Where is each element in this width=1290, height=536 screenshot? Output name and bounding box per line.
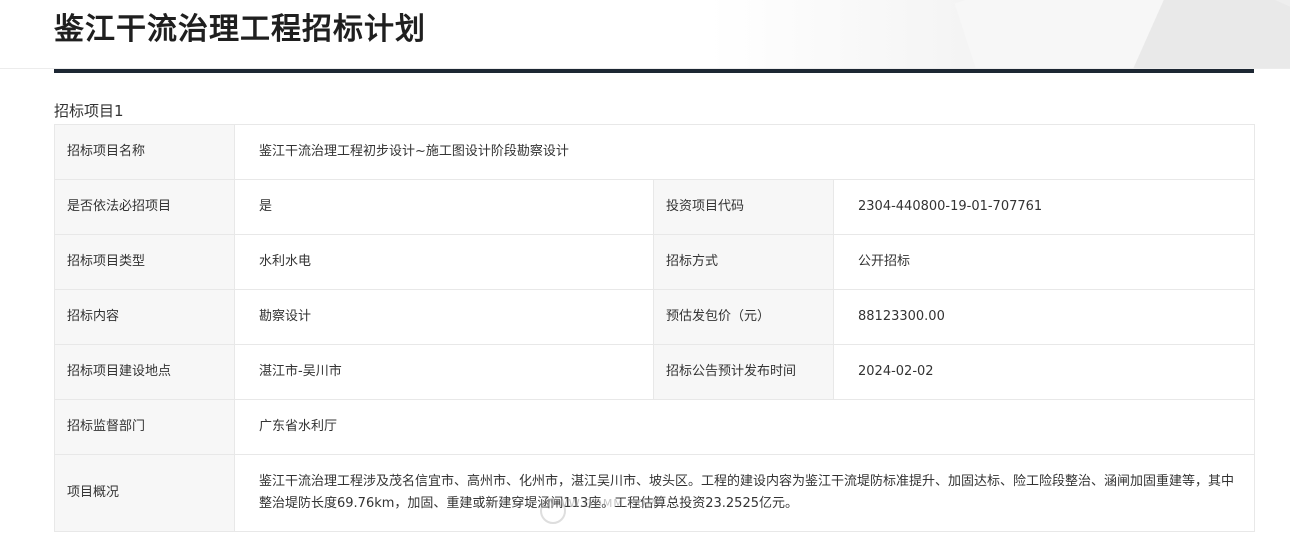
label-publish-time: 招标公告预计发布时间 (653, 344, 834, 400)
title-underline (54, 69, 1254, 73)
label-overview: 项目概况 (54, 454, 235, 532)
value-publish-time: 2024-02-02 (832, 344, 1256, 400)
value-project-name: 鉴江干流治理工程初步设计~施工图设计阶段勘察设计 (233, 124, 1256, 180)
label-location: 招标项目建设地点 (54, 344, 235, 400)
label-mandatory: 是否依法必招项目 (54, 179, 235, 235)
label-est-price: 预估发包价（元） (653, 289, 834, 345)
table-row: 项目概况 鉴江干流治理工程涉及茂名信宜市、高州市、化州市，湛江吴川市、坡头区。工… (54, 454, 1256, 532)
value-location: 湛江市-吴川市 (234, 344, 654, 400)
table-row: 招标项目名称 鉴江干流治理工程初步设计~施工图设计阶段勘察设计 (54, 124, 1256, 180)
value-bid-method: 公开招标 (832, 234, 1256, 290)
value-invest-code: 2304-440800-19-01-707761 (832, 179, 1256, 235)
table-row: 招标监督部门 广东省水利厅 (54, 399, 1256, 455)
label-project-type: 招标项目类型 (54, 234, 235, 290)
value-supervisor: 广东省水利厅 (233, 399, 1256, 455)
value-mandatory: 是 (234, 179, 654, 235)
label-project-name: 招标项目名称 (54, 124, 235, 180)
table-row: 是否依法必招项目 是 投资项目代码 2304-440800-19-01-7077… (54, 179, 1256, 235)
page-title: 鉴江干流治理工程招标计划 (54, 12, 426, 47)
label-invest-code: 投资项目代码 (653, 179, 834, 235)
table-row: 招标内容 勘察设计 预估发包价（元） 88123300.00 (54, 289, 1256, 345)
section-title: 招标项目1 (54, 102, 124, 120)
table-row: 招标项目建设地点 湛江市-吴川市 招标公告预计发布时间 2024-02-02 (54, 344, 1256, 400)
bid-info-table: 招标项目名称 鉴江干流治理工程初步设计~施工图设计阶段勘察设计 是否依法必招项目… (54, 124, 1256, 532)
value-overview: 鉴江干流治理工程涉及茂名信宜市、高州市、化州市，湛江吴川市、坡头区。工程的建设内… (233, 454, 1256, 532)
label-supervisor: 招标监督部门 (54, 399, 235, 455)
label-content: 招标内容 (54, 289, 235, 345)
value-project-type: 水利水电 (234, 234, 654, 290)
label-bid-method: 招标方式 (653, 234, 834, 290)
table-row: 招标项目类型 水利水电 招标方式 公开招标 (54, 234, 1256, 290)
value-est-price: 88123300.00 (832, 289, 1256, 345)
value-content: 勘察设计 (234, 289, 654, 345)
watermark: WWW.GDMM.COM (545, 497, 658, 510)
